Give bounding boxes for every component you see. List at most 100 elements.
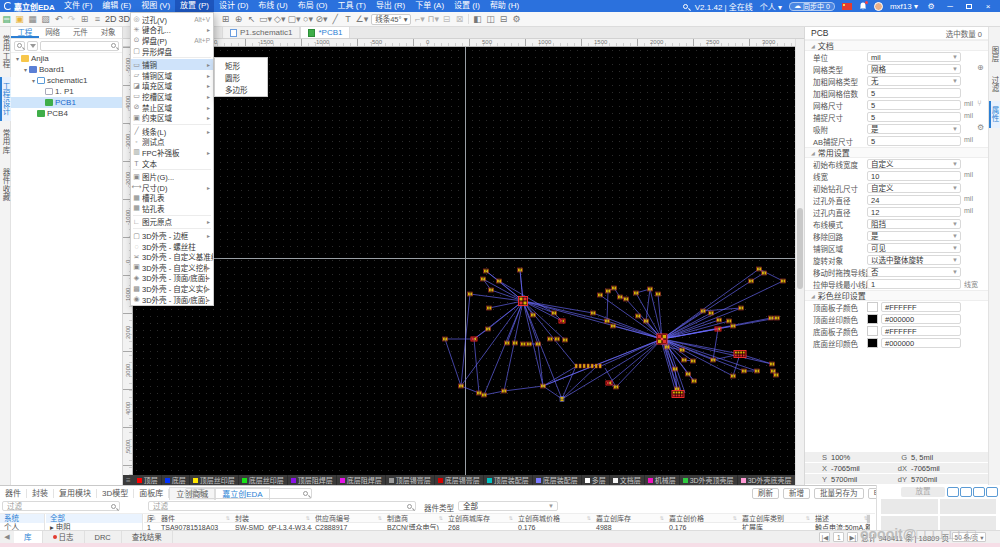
menubar-item[interactable]: 导出 (R): [371, 0, 410, 12]
grid-icon[interactable]: ⊞: [78, 12, 91, 26]
rect-tool-icon[interactable]: ▭▾: [258, 12, 273, 26]
project-panel-tab[interactable]: 元件: [67, 27, 95, 38]
panel-left-icon[interactable]: ◧: [471, 12, 484, 26]
table-column-header[interactable]: 封装⇅: [232, 514, 312, 522]
place-menu-item[interactable]: ▩3D外壳 - 自定义实体▸: [131, 283, 213, 294]
section-header[interactable]: 常用设置: [805, 147, 988, 158]
pagination-page[interactable]: 1: [833, 532, 844, 542]
place-menu-item[interactable]: ⟷尺寸(D)▸: [131, 182, 213, 193]
menubar-item[interactable]: 设计 (D): [214, 0, 253, 12]
tree-item[interactable]: ▾Board1: [11, 64, 122, 75]
place-menu-item[interactable]: ◎过孔(V)Alt+V: [131, 14, 213, 25]
row-side-icon[interactable]: ⊕: [977, 63, 984, 72]
import-icon[interactable]: ▧: [39, 12, 52, 26]
library-source-tab[interactable]: 器件: [0, 489, 27, 498]
property-input[interactable]: #000000: [881, 314, 961, 324]
copper-submenu-item[interactable]: 多边形: [215, 83, 267, 95]
property-select[interactable]: 可见▼: [867, 243, 961, 253]
place-menu-item[interactable]: ▢3D外壳 - 边框▸: [131, 230, 213, 241]
menubar-item[interactable]: 设置 (I): [449, 0, 485, 12]
project-panel-tab[interactable]: 工程: [11, 27, 39, 38]
copper-submenu-item[interactable]: 圆形: [215, 71, 267, 83]
menubar-item[interactable]: 视图 (V): [136, 0, 175, 12]
place-menu-item[interactable]: ⊙焊盘(P)Alt+P: [131, 35, 213, 46]
place-menu-item[interactable]: ⊘禁止区域▸: [131, 102, 213, 113]
redo-icon[interactable]: ↷: [65, 12, 78, 26]
route-angle-dropdown[interactable]: 线条45° ▾: [371, 14, 411, 25]
table-column-header[interactable]: 供应商编号⇅: [312, 514, 384, 522]
document-tab[interactable]: P1.schematic1: [222, 27, 300, 38]
project-panel-tab[interactable]: 对象: [94, 27, 122, 38]
place-menu-item[interactable]: ◈3D外壳 - 顶面/底面挖槽区域▸: [131, 273, 213, 284]
property-input[interactable]: #FFFFFF: [881, 326, 961, 336]
layer-chip[interactable]: 顶层装配层: [484, 475, 533, 485]
place-menu-item[interactable]: ∟图元原点▸: [131, 217, 213, 228]
collapse-panel-icon[interactable]: ◀: [0, 533, 14, 541]
route2-icon[interactable]: ⊓▾: [426, 12, 440, 26]
tree-filter-button[interactable]: [27, 41, 38, 51]
layer-config-icon[interactable]: ≡: [123, 476, 134, 485]
table-row[interactable]: 1TSA90781518A03SW-SMD_6P-L3.4-W3.4-P2.0.…: [144, 523, 870, 530]
layer-chip[interactable]: 3D外壳底壳层: [738, 475, 795, 485]
square-tool-icon[interactable]: ▢▾: [287, 12, 302, 26]
copper-submenu-item[interactable]: 矩形: [215, 59, 267, 71]
color-swatch[interactable]: [867, 302, 878, 312]
property-input[interactable]: 24: [867, 195, 961, 205]
tree-item[interactable]: PCB1: [11, 97, 122, 108]
minimize-button[interactable]: ─: [944, 2, 956, 11]
layer-chip[interactable]: 3D外壳顶壳层: [680, 475, 738, 485]
settings-icon[interactable]: ⚙: [510, 12, 523, 26]
tree-item[interactable]: 1. P1: [11, 86, 122, 97]
table-column-header[interactable]: 嘉立创库类别⇅: [739, 514, 812, 522]
table-column-header[interactable]: 立创商城库存⇅: [445, 514, 515, 522]
row-side-icon[interactable]: ⑂: [977, 99, 982, 108]
list-icon[interactable]: ≡: [91, 12, 104, 26]
pcb-mode-button[interactable]: [973, 487, 985, 497]
document-tab[interactable]: *PCB1: [300, 27, 350, 38]
category-filter-input[interactable]: 过滤: [2, 501, 120, 511]
place-menu-item[interactable]: ▢异形焊盘: [131, 46, 213, 57]
library-search-input[interactable]: 搜索: [185, 488, 312, 499]
property-select[interactable]: 是▼: [867, 231, 961, 241]
cursor-icon[interactable]: ↖: [245, 12, 258, 26]
user-avatar[interactable]: [874, 2, 883, 11]
property-select[interactable]: 否▼: [867, 267, 961, 277]
place-menu-item[interactable]: ✳键合孔...▸: [131, 25, 213, 36]
table-column-header[interactable]: 立创商城价格⇅: [515, 514, 593, 522]
tree-item[interactable]: ▾schematic1: [11, 75, 122, 86]
bottom-tab[interactable]: 库: [14, 531, 43, 544]
place-menu-item[interactable]: ◪填充区域▸: [131, 81, 213, 92]
place-menu-item[interactable]: ▦钻孔表: [131, 203, 213, 214]
place-menu-item[interactable]: ≍3D外壳 - 自定义基准线: [131, 251, 213, 262]
right-dock-tab[interactable]: 过滤: [989, 71, 1000, 98]
property-select[interactable]: 阻挡▼: [867, 219, 961, 229]
pcb-canvas[interactable]: [133, 47, 795, 475]
property-input[interactable]: #FFFFFF: [881, 302, 961, 312]
text-tool-icon[interactable]: T: [342, 12, 355, 26]
property-select[interactable]: 是▼: [867, 124, 961, 134]
lock-icon[interactable]: ⊟: [440, 12, 453, 26]
canvas-grid-icon[interactable]: ⊞: [219, 12, 232, 26]
section-header[interactable]: 文档: [805, 40, 988, 51]
dimension-tool-icon[interactable]: ∠▾: [355, 12, 370, 26]
layer-chip[interactable]: 顶层: [134, 475, 162, 485]
classification-item[interactable]: 全部: [46, 514, 142, 523]
property-input[interactable]: #000000: [881, 338, 961, 348]
new-file-icon[interactable]: ▤: [0, 12, 13, 26]
property-input[interactable]: 5: [867, 88, 961, 98]
place-menu-item[interactable]: ▱铺铜区域▸: [131, 70, 213, 81]
menubar-item[interactable]: 帮助 (H): [485, 0, 524, 12]
maximize-button[interactable]: [963, 2, 975, 11]
place-menu-item[interactable]: ▭铺铜▸: [131, 59, 213, 70]
bottom-tab[interactable]: 查找结果: [122, 531, 173, 544]
property-select[interactable]: 以选中整体旋转▼: [867, 255, 961, 265]
tree-search-button[interactable]: [14, 41, 25, 51]
undo-icon[interactable]: ↶: [52, 12, 65, 26]
color-swatch[interactable]: [867, 314, 878, 324]
menubar-item[interactable]: 布线 (U): [253, 0, 292, 12]
library-action-button[interactable]: 刷新: [752, 488, 779, 499]
polygon-tool-icon[interactable]: ◇▾: [273, 12, 286, 26]
library-action-button[interactable]: 新增: [783, 488, 810, 499]
left-dock-tab[interactable]: 器件收藏: [0, 163, 11, 207]
line-tool-icon[interactable]: ╱: [329, 12, 342, 26]
